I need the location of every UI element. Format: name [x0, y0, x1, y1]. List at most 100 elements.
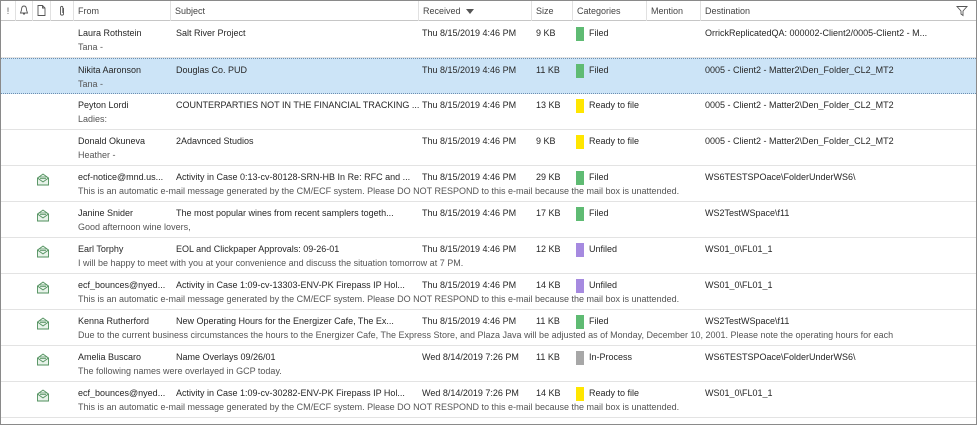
message-from: Peyton Lordi: [78, 100, 129, 110]
message-subject: Activity in Case 0:13-cv-80128-SRN-HB In…: [176, 172, 411, 182]
message-received: Thu 8/15/2019 4:46 PM: [422, 280, 517, 290]
message-size: 11 KB: [536, 65, 560, 75]
message-subject: 2Adavnced Studios: [176, 136, 254, 146]
message-category: Filed: [589, 172, 609, 182]
message-destination: OrrickReplicatedQA: 000002-Client2/0005-…: [705, 28, 928, 38]
message-received: Thu 8/15/2019 4:46 PM: [422, 208, 517, 218]
message-size: 9 KB: [536, 28, 556, 38]
message-row[interactable]: ecf_bounces@nyed... Activity in Case 1:09…: [1, 382, 976, 418]
category-color-swatch: [576, 135, 584, 149]
message-row[interactable]: Kenna Rutherford New Operating Hours for …: [1, 310, 976, 346]
message-from: Amelia Buscaro: [78, 352, 142, 362]
from-header-label: From: [78, 6, 99, 16]
paperclip-icon: [60, 5, 64, 16]
attachment-column-header[interactable]: [51, 1, 74, 21]
message-preview: This is an automatic e-mail message gene…: [78, 294, 680, 304]
message-row[interactable]: ecf_bounces@nyed... Activity in Case 1:09…: [1, 274, 976, 310]
message-destination: WS6TESTSPOace\FolderUnderWS6\: [705, 352, 856, 362]
subject-header-label: Subject: [175, 6, 206, 16]
message-category: Filed: [589, 208, 609, 218]
category-color-swatch: [576, 171, 584, 185]
categories-column-header[interactable]: Categories: [573, 1, 647, 21]
destination-column-header[interactable]: Destination: [701, 1, 976, 21]
message-size: 14 KB: [536, 280, 561, 290]
message-row[interactable]: Peyton Lordi COUNTERPARTIES NOT IN THE FI…: [1, 94, 976, 130]
bell-icon: [19, 5, 29, 15]
received-header-label: Received: [423, 6, 461, 16]
message-from: Kenna Rutherford: [78, 316, 150, 326]
message-row[interactable]: ecf-notice@mnd.us... Activity in Case 0:1…: [1, 166, 976, 202]
message-preview: This is an automatic e-mail message gene…: [78, 402, 680, 412]
message-destination: WS01_0\FL01_1: [705, 280, 773, 290]
message-preview: Tana -: [78, 79, 104, 89]
message-row[interactable]: Amelia Buscaro Name Overlays 09/26/01 Wed …: [1, 346, 976, 382]
category-color-swatch: [576, 243, 584, 257]
message-category: Filed: [589, 28, 609, 38]
message-category: Ready to file: [589, 388, 640, 398]
message-row[interactable]: Earl Torphy EOL and Clickpaper Approvals:…: [1, 238, 976, 274]
message-received: Thu 8/15/2019 4:46 PM: [422, 244, 517, 254]
destination-header-label: Destination: [705, 6, 751, 16]
message-size: 13 KB: [536, 100, 561, 110]
message-destination: 0005 - Client2 - Matter2\Den_Folder_CL2_…: [705, 136, 894, 146]
sort-descending-icon: [465, 9, 474, 15]
message-received: Thu 8/15/2019 4:46 PM: [422, 100, 517, 110]
message-size: 12 KB: [536, 244, 561, 254]
message-size: 9 KB: [536, 136, 556, 146]
message-from: ecf_bounces@nyed...: [78, 280, 166, 290]
mention-column-header[interactable]: Mention: [647, 1, 701, 21]
message-row[interactable]: Janine Snider The most popular wines from…: [1, 202, 976, 238]
message-from: Earl Torphy: [78, 244, 124, 254]
size-header-label: Size: [536, 6, 554, 16]
message-preview: The following names were overlayed in GC…: [78, 366, 282, 376]
message-destination: 0005 - Client2 - Matter2\Den_Folder_CL2_…: [705, 65, 894, 75]
envelope-icon: [37, 353, 49, 366]
envelope-icon: [37, 209, 49, 222]
message-from: Nikita Aaronson: [78, 65, 142, 75]
message-category: In-Process: [589, 352, 633, 362]
message-row[interactable]: Nikita Aaronson Douglas Co. PUD Thu 8/15/2…: [1, 58, 976, 94]
message-from: Laura Rothstein: [78, 28, 142, 38]
message-destination: WS6TESTSPOace\FolderUnderWS6\: [705, 172, 856, 182]
message-row[interactable]: Laura Rothstein Salt River Project Thu 8/1…: [1, 22, 976, 58]
message-destination: WS01_0\FL01_1: [705, 244, 773, 254]
message-size: 17 KB: [536, 208, 561, 218]
filter-icon[interactable]: [956, 5, 968, 17]
reminder-column-header[interactable]: [16, 1, 33, 21]
envelope-icon: [37, 173, 49, 186]
message-subject: Activity in Case 1:09-cv-30282-ENV-PK Fi…: [176, 388, 405, 398]
importance-icon: !: [6, 6, 10, 16]
message-destination: WS2TestWSpace\f11: [705, 208, 790, 218]
size-column-header[interactable]: Size: [532, 1, 573, 21]
document-column-header[interactable]: [33, 1, 51, 21]
message-subject: EOL and Clickpaper Approvals: 09-26-01: [176, 244, 340, 254]
envelope-icon: [37, 389, 49, 402]
message-received: Thu 8/15/2019 4:46 PM: [422, 28, 517, 38]
message-received: Thu 8/15/2019 4:46 PM: [422, 316, 517, 326]
message-from: Janine Snider: [78, 208, 134, 218]
message-category: Ready to file: [589, 136, 640, 146]
message-subject: Salt River Project: [176, 28, 246, 38]
message-from: ecf-notice@mnd.us...: [78, 172, 164, 182]
message-category: Ready to file: [589, 100, 640, 110]
category-color-swatch: [576, 64, 584, 78]
message-subject: Douglas Co. PUD: [176, 65, 248, 75]
from-column-header[interactable]: From: [74, 1, 171, 21]
message-preview: Ladies:: [78, 114, 108, 124]
category-color-swatch: [576, 207, 584, 221]
column-header-bar: ! From Subject Received Size Categories …: [1, 1, 976, 21]
message-preview: I will be happy to meet with you at your…: [78, 258, 464, 268]
message-subject: Name Overlays 09/26/01: [176, 352, 276, 362]
message-preview: Tana -: [78, 42, 104, 52]
importance-column-header[interactable]: !: [1, 1, 16, 21]
document-icon: [37, 5, 46, 16]
message-category: Filed: [589, 316, 609, 326]
message-received: Thu 8/15/2019 4:46 PM: [422, 136, 517, 146]
categories-header-label: Categories: [577, 6, 621, 16]
received-column-header[interactable]: Received: [419, 1, 532, 21]
category-color-swatch: [576, 387, 584, 401]
message-row[interactable]: Donald Okuneva 2Adavnced Studios Thu 8/15/…: [1, 130, 976, 166]
subject-column-header[interactable]: Subject: [171, 1, 419, 21]
message-destination: WS01_0\FL01_1: [705, 388, 773, 398]
envelope-icon: [37, 281, 49, 294]
